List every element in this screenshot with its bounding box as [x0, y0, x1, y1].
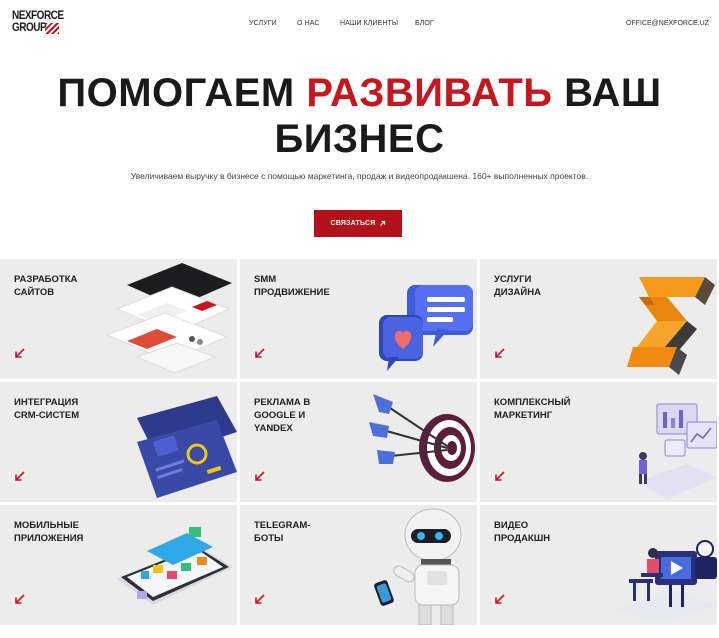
nav-item-services[interactable]: УСЛУГИ — [249, 20, 277, 27]
nav-item-clients[interactable]: НАШИ КЛИЕНТЫ — [340, 20, 398, 27]
video-camera-illustration — [617, 540, 717, 623]
contact-button-label: СВЯЗАТЬСЯ — [330, 220, 376, 227]
service-card-mobile-apps[interactable]: МОБИЛЬНЫЕ ПРИЛОЖЕНИЯ — [0, 505, 237, 625]
arrow-icon — [495, 471, 505, 481]
service-card-ads[interactable]: РЕКЛАМА В GOOGLE И YANDEX — [240, 382, 477, 502]
arrow-icon — [15, 594, 25, 604]
main-nav: УСЛУГИ О НАС НАШИ КЛИЕНТЫ БЛОГ — [0, 20, 719, 32]
site-header: NEXFORCE GROUP УСЛУГИ О НАС НАШИ КЛИЕНТЫ… — [0, 0, 719, 50]
service-card-video-production[interactable]: ВИДЕО ПРОДАКШН — [480, 505, 717, 625]
website-mockups-illustration — [105, 263, 232, 374]
arrow-up-right-icon — [379, 220, 385, 226]
smartphone-apps-illustration — [117, 527, 233, 605]
arrow-icon — [255, 348, 265, 358]
arrow-icon — [15, 471, 25, 481]
service-card-crm[interactable]: ИНТЕГРАЦИЯ CRM-СИСТЕМ — [0, 382, 237, 502]
services-grid: РАЗРАБОТКА САЙТОВ SMM ПРОДВИЖЕНИЕ УСЛУГИ… — [0, 259, 719, 638]
crm-dashboard-illustration — [137, 396, 237, 498]
service-card-marketing[interactable]: КОМПЛЕКСНЫЙ МАРКЕТИНГ — [480, 382, 717, 502]
email-link[interactable]: OFFICE@NEXFORCE.UZ — [626, 20, 709, 27]
arrow-icon — [495, 348, 505, 358]
service-card-smm[interactable]: SMM ПРОДВИЖЕНИЕ — [240, 259, 477, 379]
arrow-icon — [255, 471, 265, 481]
service-card-websites[interactable]: РАЗРАБОТКА САЙТОВ — [0, 259, 237, 379]
arrow-icon — [495, 594, 505, 604]
robot-illustration — [374, 508, 462, 625]
contact-button[interactable]: СВЯЗАТЬСЯ — [314, 210, 402, 237]
3d-letter-s-illustration — [627, 277, 715, 375]
chat-bubbles-heart-illustration — [379, 285, 473, 371]
arrow-icon — [255, 594, 265, 604]
arrow-icon — [15, 348, 25, 358]
nav-item-about[interactable]: О НАС — [297, 20, 320, 27]
nav-item-blog[interactable]: БЛОГ — [415, 20, 434, 27]
service-card-design[interactable]: УСЛУГИ ДИЗАЙНА — [480, 259, 717, 379]
hero-title: ПОМОГАЕМ РАЗВИВАТЬ ВАШ БИЗНЕС — [0, 70, 719, 162]
analytics-screens-illustration — [637, 403, 717, 498]
hero-title-part1: ПОМОГАЕМ — [57, 71, 307, 115]
service-card-telegram-bots[interactable]: TELEGRAM- БОТЫ — [240, 505, 477, 625]
hero-subtitle: Увеличиваем выручку в бизнесе с помощью … — [130, 171, 589, 181]
target-darts-illustration — [369, 394, 475, 482]
hero-title-accent: РАЗВИВАТЬ — [306, 71, 553, 115]
